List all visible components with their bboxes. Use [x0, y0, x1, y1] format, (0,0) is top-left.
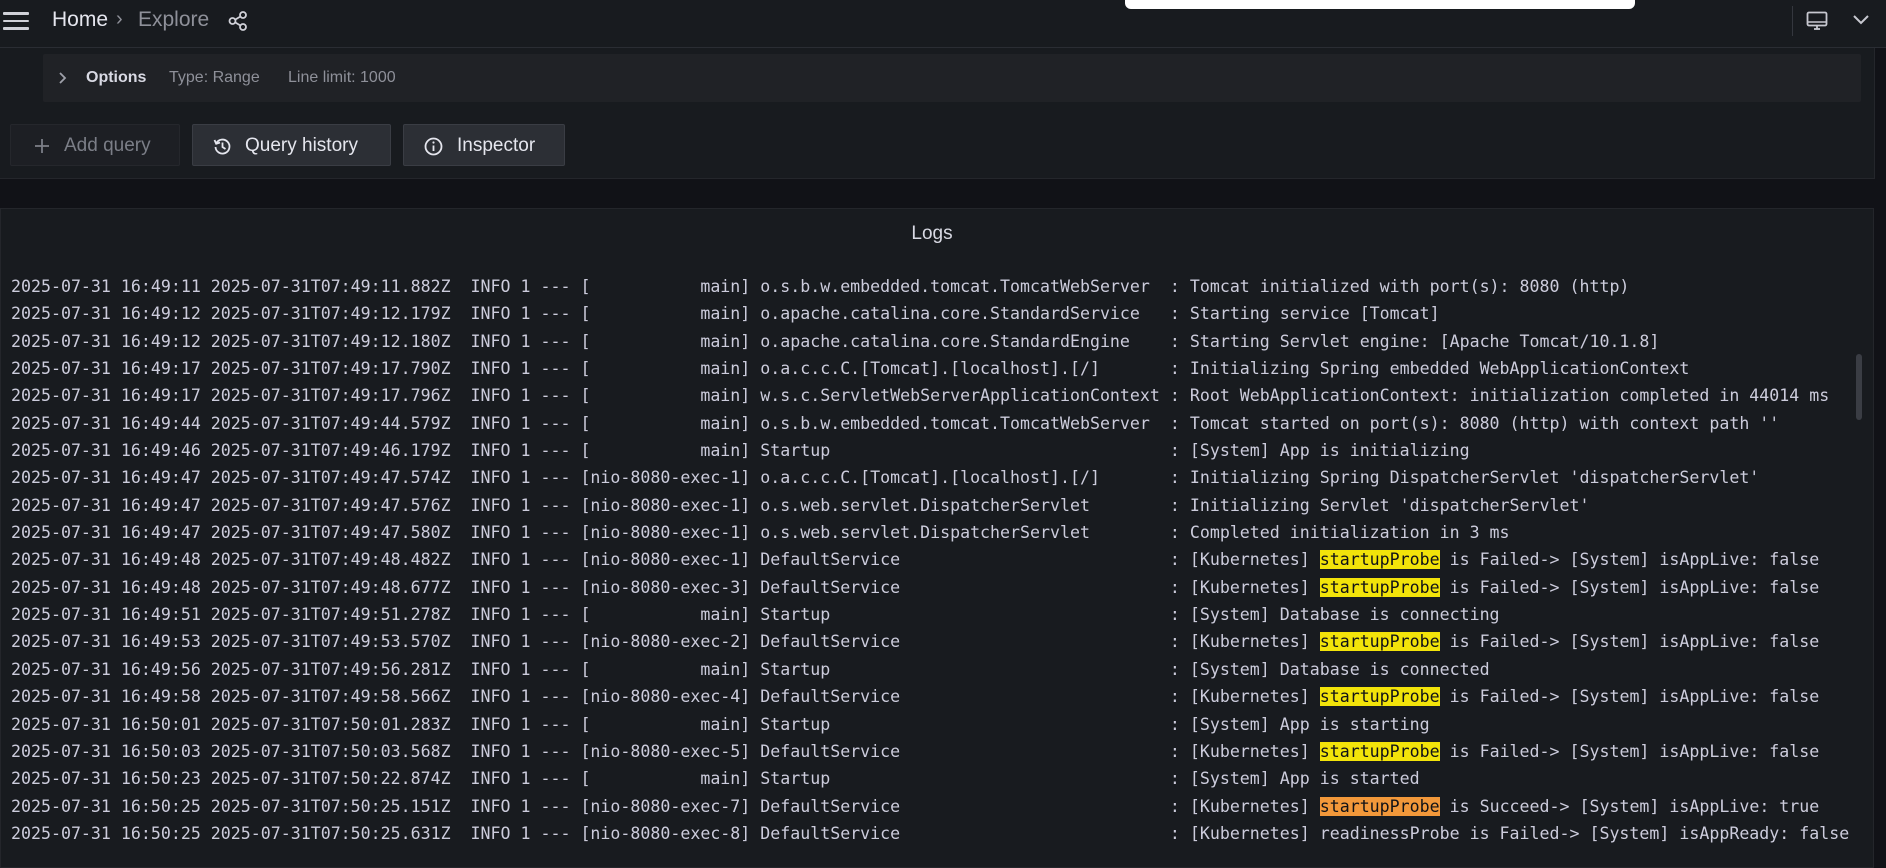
log-line-text-suffix: is Failed-> [System] isAppLive: false: [1439, 550, 1820, 570]
log-line[interactable]: 2025-07-31 16:50:25 2025-07-31T07:50:25.…: [11, 820, 1849, 847]
log-line-text-suffix: is Succeed-> [System] isAppLive: true: [1439, 796, 1820, 816]
log-line-text: 2025-07-31 16:50:01 2025-07-31T07:50:01.…: [11, 714, 1430, 734]
log-line[interactable]: 2025-07-31 16:50:25 2025-07-31T07:50:25.…: [11, 793, 1849, 820]
log-lines-list: 2025-07-31 16:49:11 2025-07-31T07:49:11.…: [11, 273, 1849, 847]
query-editor-area: Options Type: Range Line limit: 1000 Add…: [0, 48, 1875, 179]
inspector-label: Inspector: [457, 135, 536, 156]
log-line[interactable]: 2025-07-31 16:49:47 2025-07-31T07:49:47.…: [11, 464, 1849, 491]
log-line[interactable]: 2025-07-31 16:49:44 2025-07-31T07:49:44.…: [11, 410, 1849, 437]
log-line[interactable]: 2025-07-31 16:49:53 2025-07-31T07:49:53.…: [11, 628, 1849, 655]
log-line-text: 2025-07-31 16:49:51 2025-07-31T07:49:51.…: [11, 605, 1500, 625]
log-line-text: 2025-07-31 16:49:17 2025-07-31T07:49:17.…: [11, 359, 1690, 379]
breadcrumb-separator: ›: [116, 8, 123, 30]
logs-panel-title: Logs: [911, 223, 953, 244]
log-line[interactable]: 2025-07-31 16:49:46 2025-07-31T07:49:46.…: [11, 437, 1849, 464]
inspector-button[interactable]: Inspector: [403, 124, 565, 166]
log-line-text: 2025-07-31 16:50:25 2025-07-31T07:50:25.…: [11, 823, 1850, 843]
plus-icon: [35, 139, 49, 153]
log-highlight-match: startupProbe: [1319, 577, 1440, 597]
log-line-text: 2025-07-31 16:50:23 2025-07-31T07:50:22.…: [11, 769, 1420, 789]
info-icon: [424, 137, 443, 156]
log-line-text: 2025-07-31 16:49:58 2025-07-31T07:49:58.…: [11, 687, 1320, 707]
toolbar-divider: [1792, 6, 1793, 36]
log-line-text: 2025-07-31 16:50:03 2025-07-31T07:50:03.…: [11, 741, 1320, 761]
log-line[interactable]: 2025-07-31 16:49:48 2025-07-31T07:49:48.…: [11, 546, 1849, 573]
log-line[interactable]: 2025-07-31 16:49:12 2025-07-31T07:49:12.…: [11, 300, 1849, 327]
log-line-text-suffix: is Failed-> [System] isAppLive: false: [1439, 741, 1820, 761]
breadcrumb-home[interactable]: Home: [52, 8, 108, 32]
query-history-label: Query history: [245, 135, 358, 156]
log-highlight-match: startupProbe: [1319, 632, 1440, 652]
log-line[interactable]: 2025-07-31 16:49:48 2025-07-31T07:49:48.…: [11, 574, 1849, 601]
log-scrollbar-thumb[interactable]: [1856, 354, 1862, 420]
log-line-text: 2025-07-31 16:49:46 2025-07-31T07:49:46.…: [11, 441, 1470, 461]
log-highlight-match: startupProbe: [1319, 741, 1440, 761]
log-highlight-match: startupProbe: [1319, 796, 1440, 816]
log-line-text: 2025-07-31 16:49:12 2025-07-31T07:49:12.…: [11, 304, 1440, 324]
log-highlight-match: startupProbe: [1319, 550, 1440, 570]
options-type: Type: Range: [169, 69, 260, 86]
log-line[interactable]: 2025-07-31 16:49:11 2025-07-31T07:49:11.…: [11, 273, 1849, 300]
log-line[interactable]: 2025-07-31 16:50:23 2025-07-31T07:50:22.…: [11, 765, 1849, 792]
log-line[interactable]: 2025-07-31 16:49:47 2025-07-31T07:49:47.…: [11, 492, 1849, 519]
log-line-text: 2025-07-31 16:49:48 2025-07-31T07:49:48.…: [11, 577, 1320, 597]
log-line-text: 2025-07-31 16:49:47 2025-07-31T07:49:47.…: [11, 468, 1760, 488]
log-line[interactable]: 2025-07-31 16:49:56 2025-07-31T07:49:56.…: [11, 656, 1849, 683]
log-line[interactable]: 2025-07-31 16:49:17 2025-07-31T07:49:17.…: [11, 355, 1849, 382]
chevron-down-icon[interactable]: [1852, 13, 1870, 27]
log-line[interactable]: 2025-07-31 16:49:17 2025-07-31T07:49:17.…: [11, 382, 1849, 409]
add-query-button[interactable]: Add query: [10, 124, 180, 166]
log-line-text: 2025-07-31 16:49:48 2025-07-31T07:49:48.…: [11, 550, 1320, 570]
menu-icon[interactable]: [3, 12, 29, 30]
log-line[interactable]: 2025-07-31 16:49:12 2025-07-31T07:49:12.…: [11, 328, 1849, 355]
chevron-right-icon[interactable]: [57, 72, 67, 84]
log-line-text: 2025-07-31 16:49:11 2025-07-31T07:49:11.…: [11, 277, 1630, 296]
log-line-text-suffix: is Failed-> [System] isAppLive: false: [1439, 632, 1820, 652]
log-line-text: 2025-07-31 16:50:25 2025-07-31T07:50:25.…: [11, 796, 1320, 816]
top-nav-bar: Home › Explore: [0, 0, 1886, 48]
log-line-text: 2025-07-31 16:49:12 2025-07-31T07:49:12.…: [11, 331, 1660, 351]
log-line[interactable]: 2025-07-31 16:50:01 2025-07-31T07:50:01.…: [11, 711, 1849, 738]
history-icon: [213, 138, 231, 155]
share-icon[interactable]: [228, 11, 248, 31]
log-line-text: 2025-07-31 16:49:47 2025-07-31T07:49:47.…: [11, 523, 1510, 543]
log-line-text: 2025-07-31 16:49:56 2025-07-31T07:49:56.…: [11, 659, 1490, 679]
query-history-button[interactable]: Query history: [192, 124, 391, 166]
log-line-text: 2025-07-31 16:49:53 2025-07-31T07:49:53.…: [11, 632, 1320, 652]
log-line-text: 2025-07-31 16:49:47 2025-07-31T07:49:47.…: [11, 495, 1590, 515]
log-line[interactable]: 2025-07-31 16:49:58 2025-07-31T07:49:58.…: [11, 683, 1849, 710]
monitor-icon[interactable]: [1806, 11, 1828, 31]
log-highlight-match: startupProbe: [1319, 687, 1440, 707]
query-options-row[interactable]: Options Type: Range Line limit: 1000: [43, 54, 1861, 102]
options-line-limit: Line limit: 1000: [288, 69, 396, 86]
log-line[interactable]: 2025-07-31 16:49:47 2025-07-31T07:49:47.…: [11, 519, 1849, 546]
log-line-text: 2025-07-31 16:49:44 2025-07-31T07:49:44.…: [11, 413, 1780, 433]
add-query-label: Add query: [64, 135, 151, 156]
breadcrumb-explore: Explore: [138, 8, 210, 31]
log-line[interactable]: 2025-07-31 16:49:51 2025-07-31T07:49:51.…: [11, 601, 1849, 628]
log-line-text-suffix: is Failed-> [System] isAppLive: false: [1439, 577, 1820, 597]
options-label: Options: [86, 69, 147, 86]
logs-panel: Logs 2025-07-31 16:49:11 2025-07-31T07:4…: [0, 208, 1874, 868]
search-overlay[interactable]: [1125, 0, 1635, 9]
log-line[interactable]: 2025-07-31 16:50:03 2025-07-31T07:50:03.…: [11, 738, 1849, 765]
log-line-text: 2025-07-31 16:49:17 2025-07-31T07:49:17.…: [11, 386, 1830, 406]
log-line-text-suffix: is Failed-> [System] isAppLive: false: [1439, 687, 1820, 707]
